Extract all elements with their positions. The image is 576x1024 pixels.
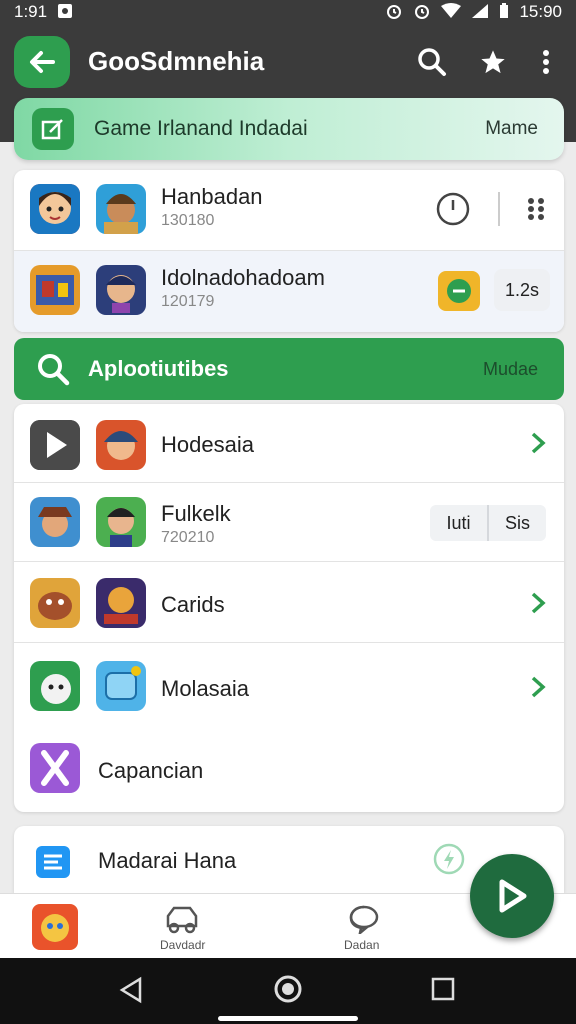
search-button[interactable] — [414, 44, 450, 80]
arrow-left-icon — [30, 51, 55, 73]
game-ghost-icon — [30, 661, 80, 711]
alarm-icon — [385, 2, 403, 23]
nav-label-home: Davdadr — [160, 938, 206, 952]
banner-label: Game Irlanand Indadai — [94, 117, 308, 140]
chevron-right-icon — [531, 592, 546, 614]
list-item-title: Idolnadohadoam — [161, 265, 325, 290]
game-character-icon — [96, 184, 146, 234]
wifi-icon — [441, 2, 462, 22]
main-list-card: Hodesaia Fulkelk 720210 Iuti Sis Carids — [14, 404, 564, 812]
square-recents-icon — [431, 977, 455, 1001]
home-circle-icon — [274, 975, 302, 1003]
list-item[interactable]: Capancian — [14, 725, 564, 805]
nav-game-icon[interactable] — [32, 904, 78, 950]
list-item-title: Carids — [161, 592, 225, 617]
status-time-right: 15:90 — [519, 2, 562, 21]
star-icon — [481, 50, 505, 74]
list-item[interactable]: Hanbadan 130180 — [14, 170, 564, 250]
game-banner[interactable]: Game Irlanand Indadai Mame — [14, 98, 564, 160]
list-item[interactable]: Hodesaia — [14, 404, 564, 482]
app-title: GooSdmnehia — [88, 46, 265, 76]
game-bandit-icon — [30, 497, 80, 547]
play-icon — [30, 420, 80, 470]
drag-handle[interactable] — [526, 196, 546, 227]
signal-icon — [471, 3, 489, 22]
timer-icon — [436, 192, 470, 226]
game-hero-icon — [96, 265, 146, 315]
play-icon — [499, 879, 527, 913]
system-navigation-bar — [0, 958, 576, 1024]
alarm-icon-2 — [413, 2, 431, 23]
banner-right-label[interactable]: Mame — [485, 118, 538, 140]
list-item-subtitle: 720210 — [161, 529, 215, 546]
more-vert-icon — [543, 50, 549, 74]
game-puzzle-icon — [96, 661, 146, 711]
search-icon — [38, 354, 70, 386]
divider-vertical — [498, 192, 500, 226]
list-item-title: Capancian — [98, 758, 204, 783]
chevron-right-icon — [531, 432, 546, 454]
list-item-subtitle: 120179 — [161, 293, 215, 310]
timer-button[interactable] — [434, 190, 472, 228]
nav-item-chat[interactable] — [348, 904, 380, 939]
list-item-subtitle: 130180 — [161, 212, 215, 229]
list-item-title: Fulkelk — [161, 501, 231, 526]
nav-label-chat: Dadan — [344, 938, 380, 952]
list-item[interactable]: Fulkelk 720210 Iuti Sis — [14, 483, 564, 561]
status-time: 1:91 — [14, 2, 48, 21]
play-fab-button[interactable] — [470, 854, 554, 938]
game-avatar-icon — [30, 184, 80, 234]
favorite-button[interactable] — [475, 44, 511, 80]
duration-pill[interactable]: 1.2s — [494, 269, 550, 311]
game-warrior-icon — [96, 420, 146, 470]
edit-icon — [32, 108, 74, 150]
game-castle-icon — [30, 265, 80, 315]
list-item-title: Molasaia — [161, 676, 250, 701]
game-badge-icon — [438, 271, 480, 311]
list-item[interactable]: Idolnadohadoam 120179 1.2s — [14, 251, 564, 332]
top-list-card: Hanbadan 130180 Idolnadohadoam 120179 1.… — [14, 170, 564, 332]
car-icon — [166, 906, 198, 934]
segment-left[interactable]: Iuti — [430, 505, 489, 541]
capcut-icon — [30, 743, 80, 793]
game-mask-icon — [96, 578, 146, 628]
search-icon — [418, 48, 446, 76]
list-item[interactable]: Molasaia — [14, 643, 564, 725]
list-item-title: Hanbadan — [161, 184, 263, 209]
gesture-handle[interactable] — [218, 1016, 358, 1021]
list-item[interactable]: Carids — [14, 562, 564, 642]
back-nav-button[interactable] — [118, 976, 144, 1009]
segmented-control: Iuti Sis — [430, 505, 546, 541]
more-options-button[interactable] — [528, 44, 564, 80]
recents-nav-button[interactable] — [430, 976, 456, 1007]
battery-icon — [499, 2, 509, 22]
segment-right[interactable]: Sis — [489, 505, 546, 541]
grid-dots-icon — [528, 198, 544, 220]
nav-item-home[interactable] — [164, 904, 200, 939]
back-button[interactable] — [14, 36, 70, 88]
status-bar: 1:91 15:90 — [0, 0, 576, 24]
section-title: Aplootiutibes — [88, 356, 229, 381]
list-item-title: Madarai Hana — [98, 848, 237, 873]
game-creature-icon — [30, 578, 80, 628]
section-right-label[interactable]: Mudae — [483, 359, 538, 380]
flash-icon[interactable] — [432, 842, 466, 876]
home-nav-button[interactable] — [273, 974, 303, 1009]
chevron-right-icon — [531, 676, 546, 698]
chat-bubble-icon — [349, 905, 379, 937]
triangle-back-icon — [119, 976, 142, 1004]
section-header[interactable]: Aplootiutibes Mudae — [14, 338, 564, 400]
notification-icon — [57, 3, 73, 22]
list-item-title: Hodesaia — [161, 432, 254, 457]
document-icon — [34, 842, 74, 882]
game-boy-icon — [96, 497, 146, 547]
